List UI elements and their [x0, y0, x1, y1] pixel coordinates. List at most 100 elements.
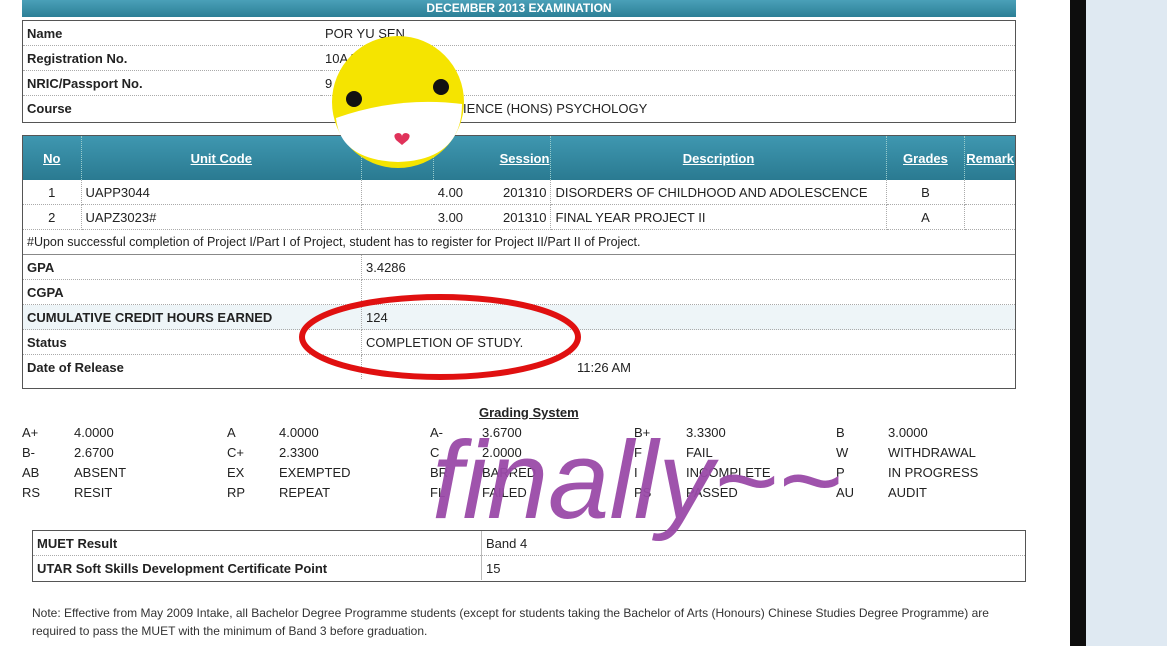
- registration-value: 10AA: [321, 45, 1015, 71]
- col-session[interactable]: Session: [433, 136, 552, 180]
- grade-meaning: 4.0000: [279, 425, 319, 440]
- exam-title: DECEMBER 2013 EXAMINATION: [22, 0, 1016, 17]
- credit-hours: 3.00: [437, 209, 464, 225]
- release-date-value: 11:26 AM: [577, 359, 631, 375]
- unit-description: FINAL YEAR PROJECT II: [550, 204, 887, 230]
- grade-code: AB: [22, 465, 40, 480]
- row-no: 2: [23, 204, 82, 230]
- grade-meaning: 3.0000: [888, 425, 928, 440]
- grade-code: F: [634, 445, 642, 460]
- grade-code: C: [430, 445, 440, 460]
- muet-value: Band 4: [481, 531, 1025, 556]
- right-margin-panel: [1086, 0, 1167, 646]
- row-no: 1: [23, 180, 82, 205]
- unit-description: DISORDERS OF CHILDHOOD AND ADOLESCENCE: [550, 180, 887, 205]
- grade-code: C+: [227, 445, 244, 460]
- remark: [964, 180, 1015, 205]
- grade-meaning: 4.0000: [74, 425, 114, 440]
- muet-note: Note: Effective from May 2009 Intake, al…: [32, 606, 989, 638]
- grade-meaning: 3.3300: [686, 425, 726, 440]
- grade-meaning: INCOMPLETE: [686, 465, 771, 480]
- grade-meaning: WITHDRAWAL: [888, 445, 976, 460]
- grade-code: B: [836, 425, 845, 440]
- grade-meaning: BARRED: [482, 465, 537, 480]
- unit-code: UAPP3044: [81, 180, 363, 205]
- student-row: Name POR YU SEN: [23, 21, 1015, 46]
- remark: [964, 204, 1015, 230]
- grade-meaning: PASSED: [686, 485, 738, 500]
- credit-hours-value: 124: [361, 304, 1015, 330]
- table-row: 2 UAPZ3023# 3.00 201310 FINAL YEAR PROJEC…: [23, 204, 1015, 230]
- grade-code: AU: [836, 485, 855, 500]
- status-value: COMPLETION OF STUDY.: [361, 329, 1015, 355]
- grading-system-title: Grading System: [479, 405, 579, 420]
- muet-panel: MUET Result Band 4 UTAR Soft Skills Devel…: [32, 530, 1026, 582]
- grade-code: I: [634, 465, 638, 480]
- grade: B: [886, 180, 966, 205]
- grade-meaning: FAIL: [686, 445, 713, 460]
- grade-code: B+: [634, 425, 651, 440]
- course-label: Course: [27, 100, 72, 116]
- scrollbar-track[interactable]: [1070, 0, 1086, 646]
- units-header-row: No Unit Code Session Description Grades …: [23, 136, 1015, 180]
- registration-label: Registration No.: [23, 45, 321, 71]
- grade-meaning: 2.6700: [74, 445, 114, 460]
- col-remark[interactable]: Remark: [964, 136, 1015, 180]
- grade-code: W: [836, 445, 849, 460]
- grade-meaning: IN PROGRESS: [888, 465, 979, 480]
- grade-meaning: EXEMPTED: [279, 465, 351, 480]
- grade-code: FL: [430, 485, 446, 500]
- grade-meaning: REPEAT: [279, 485, 331, 500]
- table-row: 1 UAPP3044 4.00 201310 DISORDERS OF CHILD…: [23, 180, 1015, 205]
- grade-code: A-: [430, 425, 443, 440]
- gpa-label: GPA: [23, 255, 362, 280]
- grade-code: PS: [634, 485, 652, 500]
- release-date-label: Date of Release: [23, 354, 362, 379]
- grade-code: RP: [227, 485, 246, 500]
- grade-meaning: 3.6700: [482, 425, 522, 440]
- grade-code: P: [836, 465, 845, 480]
- project-footnote: #Upon successful completion of Project I…: [23, 229, 1015, 255]
- name-label: Name: [23, 21, 321, 46]
- grade-meaning: ABSENT: [74, 465, 127, 480]
- student-row: NRIC/Passport No. 9: [23, 70, 1015, 96]
- col-no[interactable]: No: [23, 136, 82, 180]
- grade: A: [886, 204, 966, 230]
- credit-session: 4.00 201310: [433, 180, 552, 205]
- grade-code: RS: [22, 485, 41, 500]
- credit-hours: 4.00: [437, 184, 464, 200]
- grade-meaning: AUDIT: [888, 485, 927, 500]
- gpa-value: 3.4286: [361, 255, 1015, 280]
- result-page: DECEMBER 2013 EXAMINATION Name POR YU SEN…: [0, 0, 1070, 646]
- cgpa-label: CGPA: [23, 279, 362, 305]
- unit-code: UAPZ3023#: [81, 204, 363, 230]
- name-value: POR YU SEN: [321, 21, 1015, 46]
- grade-code: B-: [22, 445, 35, 460]
- col-grades[interactable]: Grades: [886, 136, 966, 180]
- grade-meaning: 2.3300: [279, 445, 319, 460]
- grade-meaning: FAILED: [482, 485, 527, 500]
- muet-label: MUET Result: [33, 531, 482, 556]
- nric-value: 9: [321, 70, 1015, 96]
- soft-skills-value: 15: [486, 560, 501, 576]
- nric-label: NRIC/Passport No.: [23, 70, 321, 96]
- grade-code: A: [227, 425, 236, 440]
- credit-hours-label: CUMULATIVE CREDIT HOURS EARNED: [23, 304, 362, 330]
- footnote-row: #Upon successful completion of Project I…: [23, 229, 1015, 255]
- results-panel: No Unit Code Session Description Grades …: [22, 135, 1016, 389]
- session: 201310: [503, 209, 547, 225]
- session: 201310: [503, 184, 547, 200]
- grade-code: A+: [22, 425, 39, 440]
- student-info-panel: Name POR YU SEN Registration No. 10AA NRIC…: [22, 20, 1016, 123]
- grade-meaning: 2.0000: [482, 445, 522, 460]
- grade-code: BR: [430, 465, 449, 480]
- col-description[interactable]: Description: [550, 136, 887, 180]
- col-unit-code[interactable]: Unit Code: [81, 136, 363, 180]
- student-row: Course SCIENCE (HONS) PSYCHOLOGY: [23, 96, 1015, 121]
- cgpa-value: [361, 279, 1015, 305]
- soft-skills-label: UTAR Soft Skills Development Certificate…: [33, 555, 482, 580]
- grade-meaning: RESIT: [74, 485, 113, 500]
- student-row: Registration No. 10AA: [23, 45, 1015, 71]
- status-label: Status: [23, 329, 362, 355]
- grade-code: EX: [227, 465, 245, 480]
